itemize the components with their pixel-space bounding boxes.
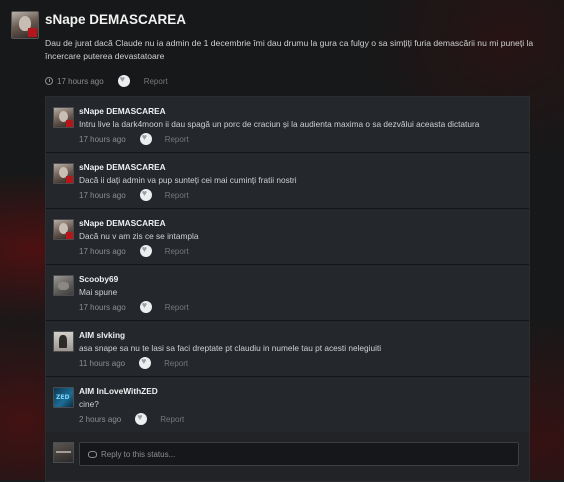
comment-meta: 17 hours ago Report [79,188,189,201]
like-icon[interactable] [139,132,152,145]
scooby-avatar[interactable] [53,275,74,296]
like-icon[interactable] [139,356,152,369]
comment-item: sNape DEMASCAREA Intru live la dark4moon… [46,97,529,153]
comment-meta: 17 hours ago Report [79,132,189,145]
like-icon[interactable] [139,300,152,313]
report-link[interactable]: Report [165,247,189,256]
comment-text: Mai spune [79,287,118,297]
status-text: Dau de jurat dacă Claude nu ia admin de … [45,38,534,61]
comment-meta: 17 hours ago Report [79,300,189,313]
comment-time[interactable]: 17 hours ago [79,303,126,312]
comment-time[interactable]: 17 hours ago [79,191,126,200]
comment-text: asa snape sa nu te lasi sa faci dreptate… [79,343,382,353]
comment-time[interactable]: 11 hours ago [79,359,125,368]
status-post: sNape DEMASCAREA Dau de jurat dacă Claud… [0,0,564,482]
aim-avatar[interactable] [53,331,74,352]
like-icon[interactable] [117,74,130,87]
like-icon[interactable] [139,244,152,257]
comment-author[interactable]: sNape DEMASCAREA [79,106,166,116]
comment-meta: 17 hours ago Report [79,244,189,257]
reply-input[interactable]: Reply to this status... [79,442,519,466]
avatar-badge [66,232,73,239]
avatar-face [58,282,69,290]
comment-time[interactable]: 17 hours ago [79,247,126,256]
report-link[interactable]: Report [160,415,184,424]
speech-bubble-icon [88,450,97,458]
avatar-face: ZED [56,394,70,401]
status-time[interactable]: 17 hours ago [57,77,104,86]
reply-row: Reply to this status... [46,432,529,481]
snape-avatar[interactable] [53,219,74,240]
comment-item: ZED AIM InLoveWithZED cine? 2 hours ago … [46,377,529,433]
reply-placeholder: Reply to this status... [101,449,176,459]
comment-text: cine? [79,399,99,409]
like-icon[interactable] [135,412,148,425]
comment-meta: 11 hours ago Report [79,356,188,369]
like-icon[interactable] [139,188,152,201]
report-link[interactable]: Report [144,77,168,86]
comment-author[interactable]: Scooby69 [79,274,118,284]
report-link[interactable]: Report [165,135,189,144]
comment-item: AIM slvking asa snape sa nu te lasi sa f… [46,321,529,377]
comment-item: sNape DEMASCAREA Dacă nu v am zis ce se … [46,209,529,265]
avatar-badge [66,176,73,183]
comment-author[interactable]: sNape DEMASCAREA [79,162,166,172]
current-user-avatar [53,442,74,463]
author-avatar[interactable] [11,11,39,39]
comments-list: sNape DEMASCAREA Intru live la dark4moon… [45,96,530,482]
comment-author[interactable]: AIM InLoveWithZED [79,386,158,396]
comment-meta: 2 hours ago Report [79,412,184,425]
avatar-face [59,335,67,348]
status-meta: 17 hours ago Report [45,74,168,87]
snape-avatar[interactable] [53,163,74,184]
zed-avatar[interactable]: ZED [53,387,74,408]
clock-icon [45,77,53,85]
report-link[interactable]: Report [165,303,189,312]
comment-item: sNape DEMASCAREA Dacă ii dați admin va p… [46,153,529,209]
report-link[interactable]: Report [165,191,189,200]
snape-avatar[interactable] [53,107,74,128]
comment-text: Dacă nu v am zis ce se intampla [79,231,199,241]
comment-time[interactable]: 2 hours ago [79,415,121,424]
comment-text: Dacă ii dați admin va pup sunteți cei ma… [79,175,297,185]
comment-author[interactable]: AIM slvking [79,330,125,340]
avatar-badge [28,28,37,37]
avatar-badge [66,120,73,127]
comment-time[interactable]: 17 hours ago [79,135,126,144]
comment-item: Scooby69 Mai spune 17 hours ago Report [46,265,529,321]
comment-author[interactable]: sNape DEMASCAREA [79,218,166,228]
avatar-detail [56,451,71,453]
status-author[interactable]: sNape DEMASCAREA [45,12,186,27]
report-link[interactable]: Report [164,359,188,368]
comment-text: Intru live la dark4moon ii dau spagă un … [79,119,480,129]
